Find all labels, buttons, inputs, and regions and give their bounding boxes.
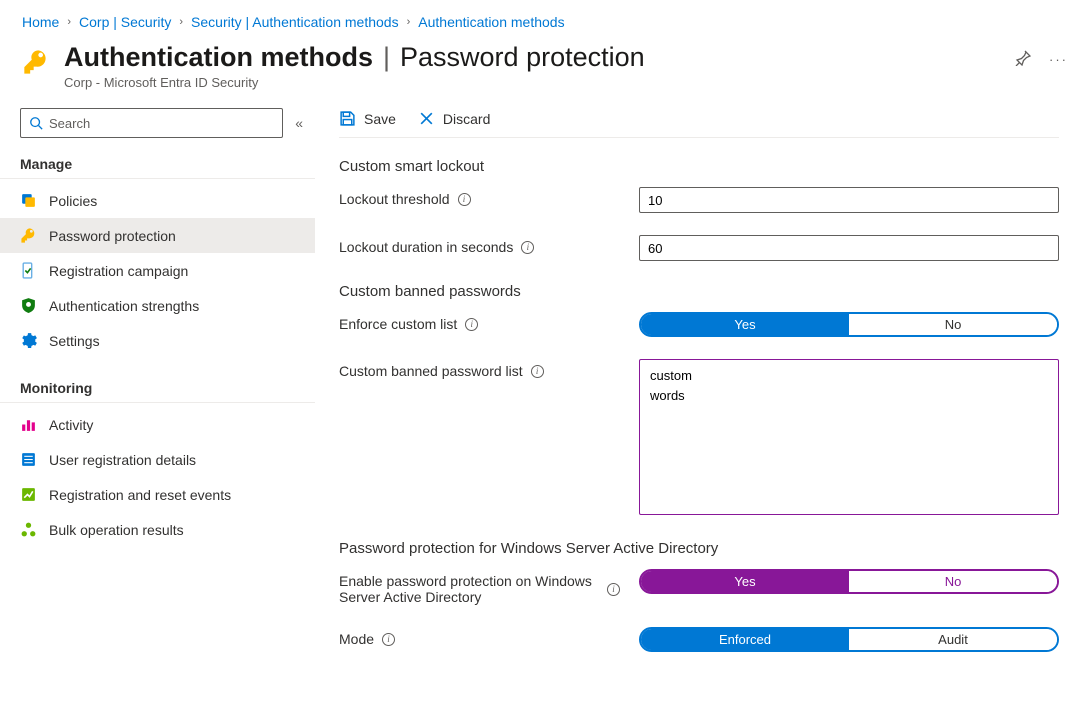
sidebar-item-registration-campaign[interactable]: Registration campaign	[0, 253, 315, 288]
lockout-duration-input[interactable]	[639, 235, 1059, 261]
sidebar-item-policies[interactable]: Policies	[0, 183, 315, 218]
save-button[interactable]: Save	[339, 110, 396, 127]
sidebar-item-label: Password protection	[49, 228, 176, 244]
more-icon[interactable]: ···	[1049, 52, 1065, 68]
title-divider: |	[383, 42, 390, 73]
page-title-rest: Password protection	[400, 42, 645, 73]
discard-label: Discard	[443, 111, 490, 127]
sidebar-item-auth-strengths[interactable]: Authentication strengths	[0, 288, 315, 323]
list-icon	[20, 451, 37, 468]
breadcrumb-auth-methods[interactable]: Authentication methods	[418, 14, 564, 30]
page-subtitle: Corp - Microsoft Entra ID Security	[64, 75, 1001, 90]
pin-icon[interactable]	[1015, 50, 1031, 69]
info-icon[interactable]: i	[521, 241, 534, 254]
bar-chart-icon	[20, 416, 37, 433]
toggle-yes[interactable]: Yes	[641, 571, 849, 592]
sidebar-section-monitoring: Monitoring	[0, 372, 315, 403]
policies-icon	[20, 192, 37, 209]
nodes-icon	[20, 521, 37, 538]
phone-check-icon	[20, 262, 37, 279]
banned-password-list-input[interactable]	[639, 359, 1059, 515]
toggle-enforced[interactable]: Enforced	[641, 629, 849, 650]
banned-list-label: Custom banned password list	[339, 363, 523, 379]
enable-ad-toggle[interactable]: Yes No	[639, 569, 1059, 594]
section-title-banned: Custom banned passwords	[339, 283, 1059, 300]
sidebar-item-activity[interactable]: Activity	[0, 407, 315, 442]
page-title: Authentication methods | Password protec…	[64, 42, 1001, 73]
discard-button[interactable]: Discard	[418, 110, 490, 127]
collapse-sidebar-icon[interactable]: «	[291, 115, 307, 131]
command-bar: Save Discard	[339, 104, 1059, 138]
toggle-no[interactable]: No	[849, 571, 1057, 592]
breadcrumb-security-auth-methods[interactable]: Security | Authentication methods	[191, 14, 399, 30]
enforce-custom-list-label: Enforce custom list	[339, 316, 457, 332]
sidebar-item-label: Registration and reset events	[49, 487, 231, 503]
lockout-threshold-label: Lockout threshold	[339, 191, 450, 207]
info-icon[interactable]: i	[607, 583, 620, 596]
chart-up-icon	[20, 486, 37, 503]
search-icon	[29, 116, 43, 130]
page-title-bold: Authentication methods	[64, 42, 373, 73]
info-icon[interactable]: i	[458, 193, 471, 206]
lockout-threshold-input[interactable]	[639, 187, 1059, 213]
sidebar-item-label: Policies	[49, 193, 97, 209]
enable-ad-label: Enable password protection on Windows Se…	[339, 573, 599, 605]
sidebar-item-label: Settings	[49, 333, 100, 349]
toggle-yes[interactable]: Yes	[641, 314, 849, 335]
sidebar-section-manage: Manage	[0, 148, 315, 179]
mode-toggle[interactable]: Enforced Audit	[639, 627, 1059, 652]
sidebar-item-registration-reset-events[interactable]: Registration and reset events	[0, 477, 315, 512]
sidebar: « Manage Policies Password protection Re…	[0, 104, 315, 694]
sidebar-item-label: Bulk operation results	[49, 522, 184, 538]
key-icon	[20, 227, 37, 244]
sidebar-item-label: Activity	[49, 417, 93, 433]
info-icon[interactable]: i	[382, 633, 395, 646]
save-label: Save	[364, 111, 396, 127]
toggle-no[interactable]: No	[849, 314, 1057, 335]
main-content: Save Discard Custom smart lockout Lockou…	[315, 104, 1087, 694]
discard-icon	[418, 110, 435, 127]
sidebar-item-settings[interactable]: Settings	[0, 323, 315, 358]
sidebar-item-user-registration-details[interactable]: User registration details	[0, 442, 315, 477]
gear-icon	[20, 332, 37, 349]
save-icon	[339, 110, 356, 127]
chevron-right-icon: ›	[407, 16, 411, 28]
search-input[interactable]	[49, 116, 274, 131]
sidebar-item-label: User registration details	[49, 452, 196, 468]
lockout-duration-label: Lockout duration in seconds	[339, 239, 513, 255]
key-icon	[22, 48, 50, 76]
breadcrumb-corp-security[interactable]: Corp | Security	[79, 14, 171, 30]
info-icon[interactable]: i	[531, 365, 544, 378]
breadcrumb-home[interactable]: Home	[22, 14, 59, 30]
search-box[interactable]	[20, 108, 283, 138]
toggle-audit[interactable]: Audit	[849, 629, 1057, 650]
section-title-ad: Password protection for Windows Server A…	[339, 540, 1059, 557]
enforce-custom-list-toggle[interactable]: Yes No	[639, 312, 1059, 337]
chevron-right-icon: ›	[179, 16, 183, 28]
mode-label: Mode	[339, 631, 374, 647]
sidebar-item-label: Registration campaign	[49, 263, 188, 279]
page-header: Authentication methods | Password protec…	[0, 38, 1087, 104]
info-icon[interactable]: i	[465, 318, 478, 331]
sidebar-item-password-protection[interactable]: Password protection	[0, 218, 315, 253]
sidebar-item-label: Authentication strengths	[49, 298, 199, 314]
sidebar-item-bulk-operation-results[interactable]: Bulk operation results	[0, 512, 315, 547]
breadcrumb: Home › Corp | Security › Security | Auth…	[0, 0, 1087, 38]
shield-icon	[20, 297, 37, 314]
section-title-lockout: Custom smart lockout	[339, 158, 1059, 175]
chevron-right-icon: ›	[67, 16, 71, 28]
